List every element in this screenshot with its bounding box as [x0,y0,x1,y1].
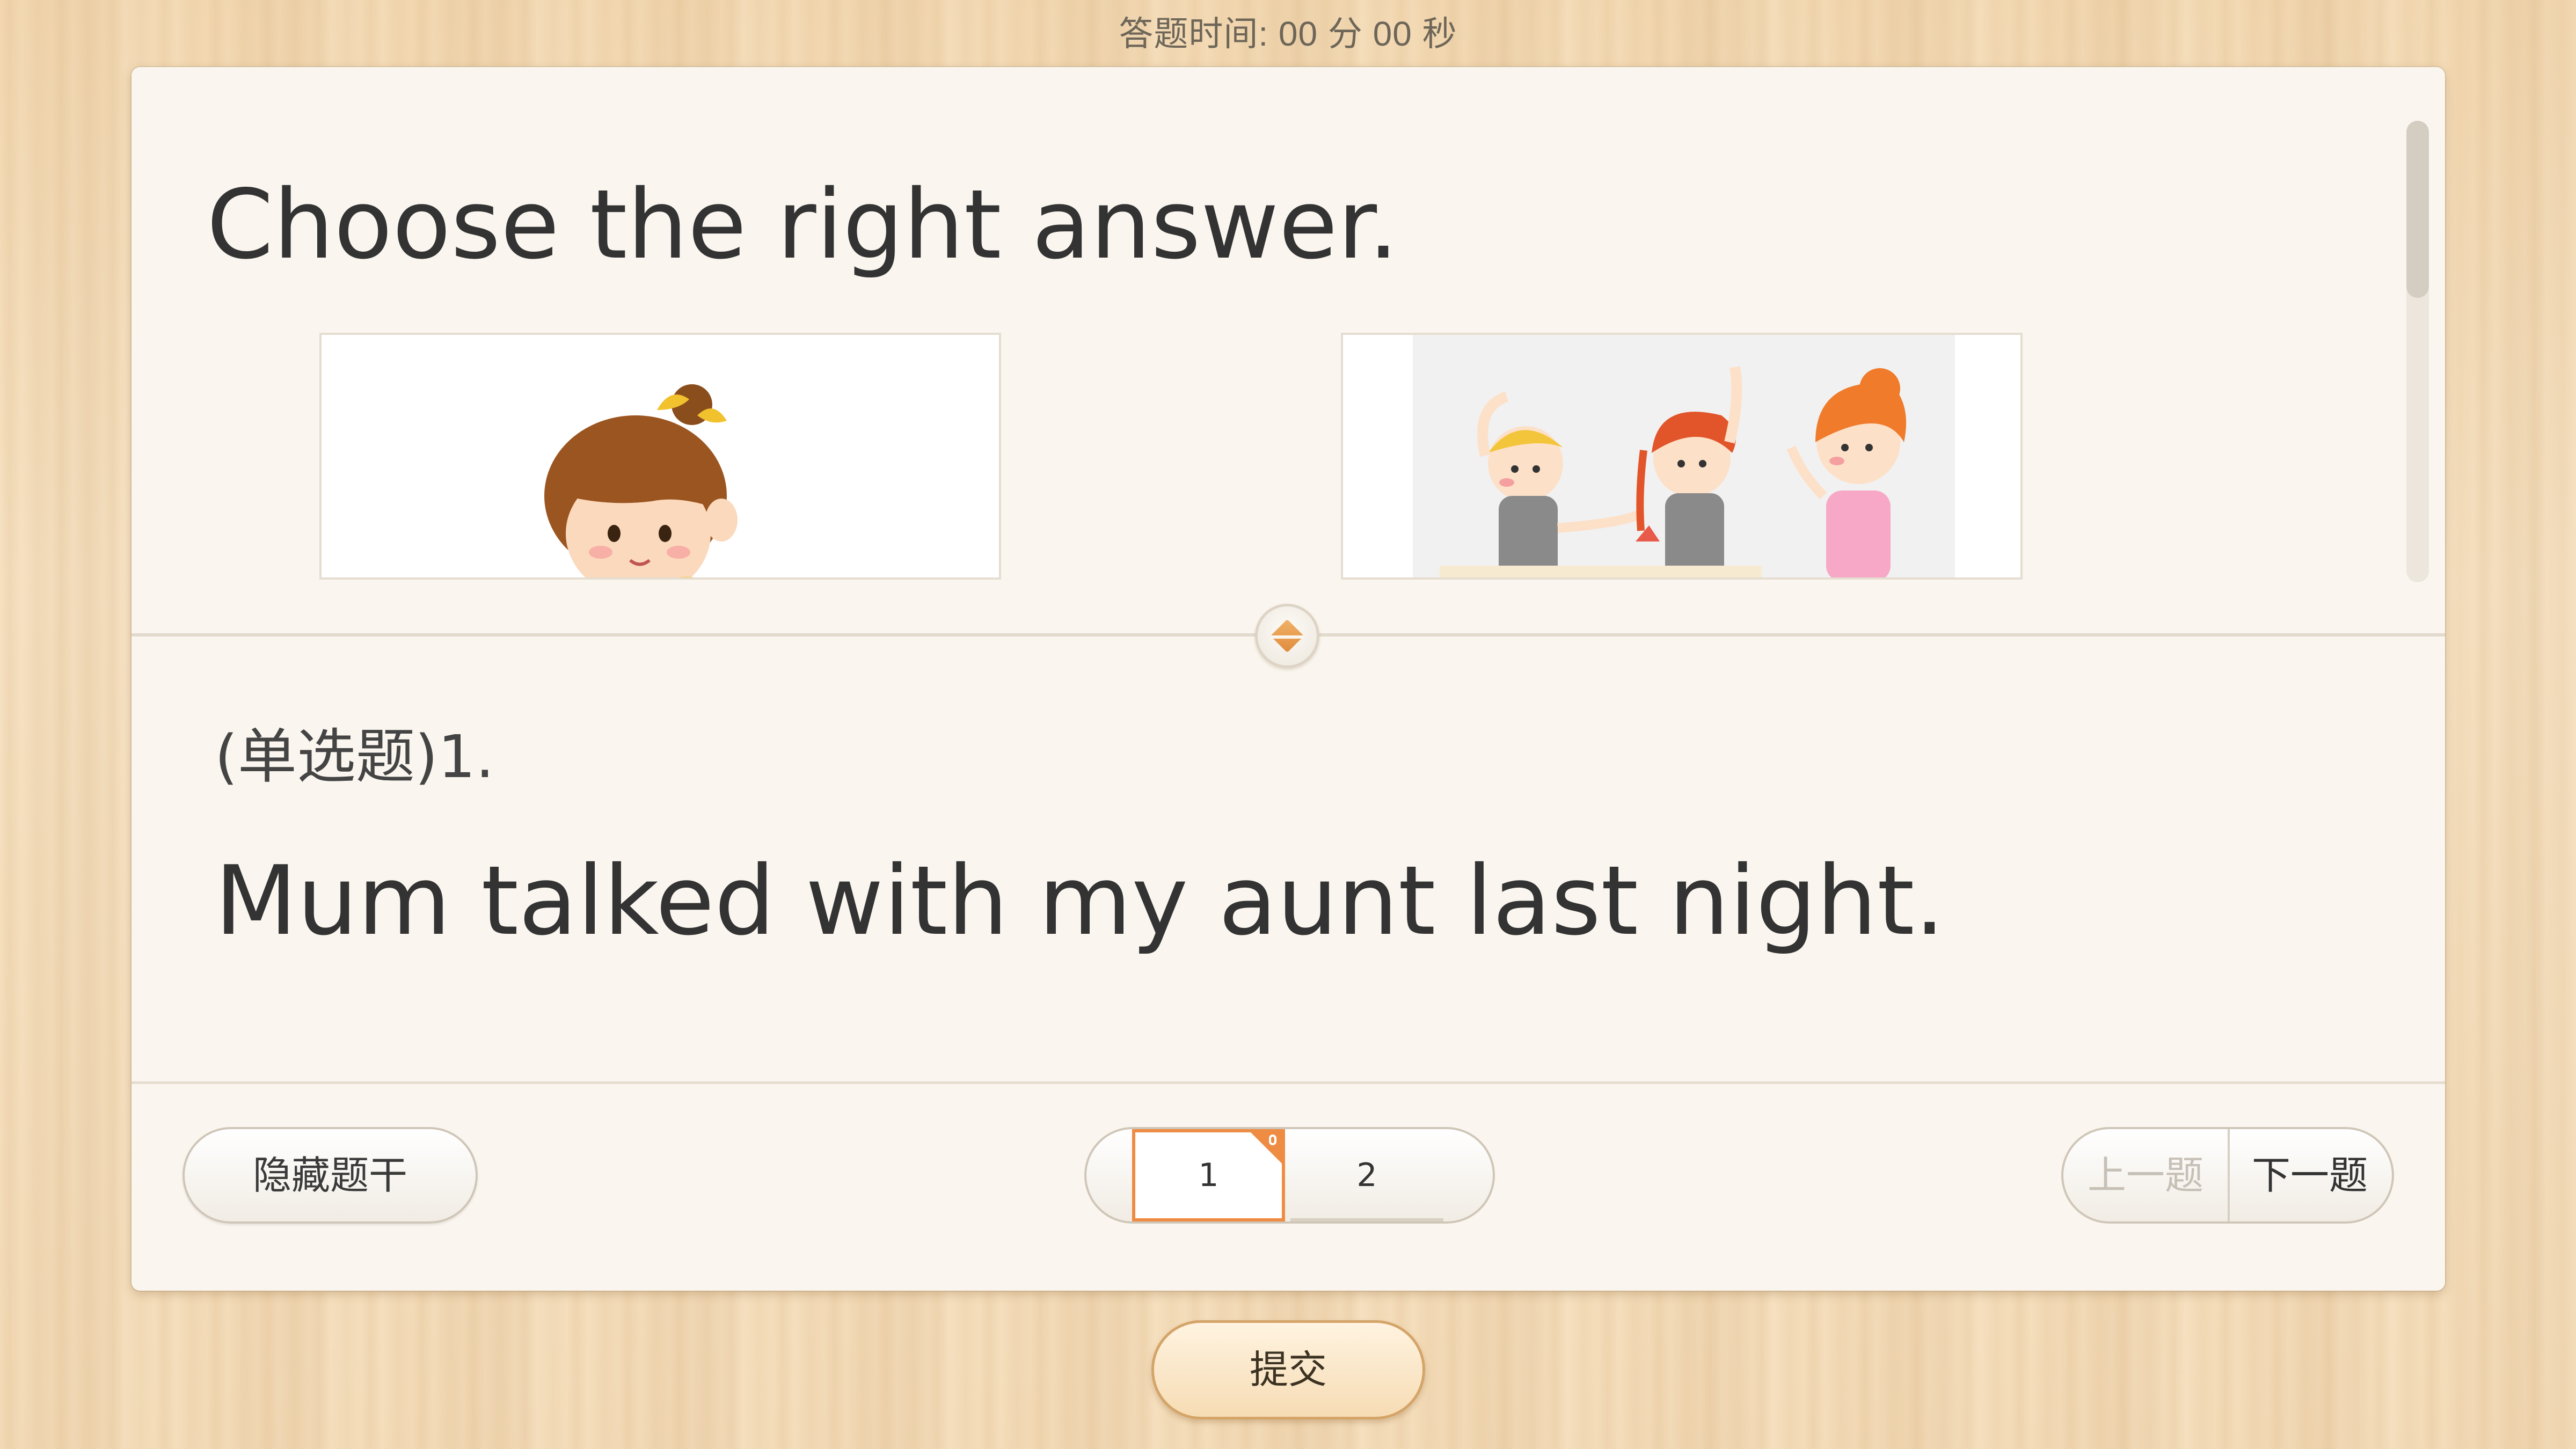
question-toolbar: 隐藏题干 1 2 上一题 下一题 [132,1081,2445,1291]
ballet-girls-illustration [1341,333,2023,580]
question-type-label: (单选题)1. [215,722,494,791]
prev-question-button[interactable]: 上一题 [2063,1129,2230,1221]
stem-scrollbar[interactable] [2406,121,2429,582]
question-pager: 1 2 [1084,1127,1495,1224]
stem-instruction: Choose the right answer. [207,169,1399,280]
hide-stem-button[interactable]: 隐藏题干 [183,1127,478,1224]
question-nav: 上一题 下一题 [2061,1127,2394,1224]
page-tab-1-label: 1 [1198,1157,1219,1194]
page-tab-1[interactable]: 1 [1132,1129,1285,1221]
bookmark-flag-icon [1247,1129,1285,1167]
page-tab-2-label: 2 [1356,1157,1377,1194]
submit-button[interactable]: 提交 [1151,1320,1425,1419]
girl-illustration [319,333,1001,580]
bookmark-flag-mark [1269,1135,1276,1145]
question-panel: Choose the right answer. (单选题)1. Mum tal… [132,67,2445,1291]
splitter-bar [1271,635,1303,639]
next-question-button[interactable]: 下一题 [2228,1129,2392,1221]
splitter-handle-icon[interactable] [1255,604,1319,668]
answer-timer: 答题时间: 00 分 00 秒 [1119,14,1457,53]
page-tab-2[interactable]: 2 [1290,1129,1443,1221]
stem-scroll-thumb[interactable] [2406,121,2429,298]
question-sentence: Mum talked with my aunt last night. [215,845,1945,956]
question-stem: Choose the right answer. [132,67,2445,636]
